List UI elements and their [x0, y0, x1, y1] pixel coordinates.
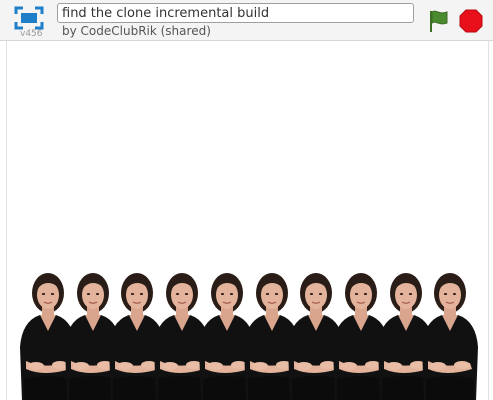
- fullscreen-icon: [14, 6, 44, 30]
- project-title-input[interactable]: [57, 3, 414, 23]
- green-flag-button[interactable]: [426, 9, 450, 33]
- stage[interactable]: [6, 41, 489, 400]
- player-header: v456 by CodeClubRik (shared): [0, 0, 493, 41]
- stop-button[interactable]: [459, 9, 483, 33]
- sprite-clone[interactable]: [414, 269, 486, 400]
- version-label: v456: [20, 29, 43, 39]
- project-author: by CodeClubRik (shared): [62, 24, 211, 38]
- green-flag-icon: [430, 10, 448, 32]
- scratch-player: v456 by CodeClubRik (shared): [0, 0, 493, 400]
- stop-sign-icon: [459, 9, 483, 33]
